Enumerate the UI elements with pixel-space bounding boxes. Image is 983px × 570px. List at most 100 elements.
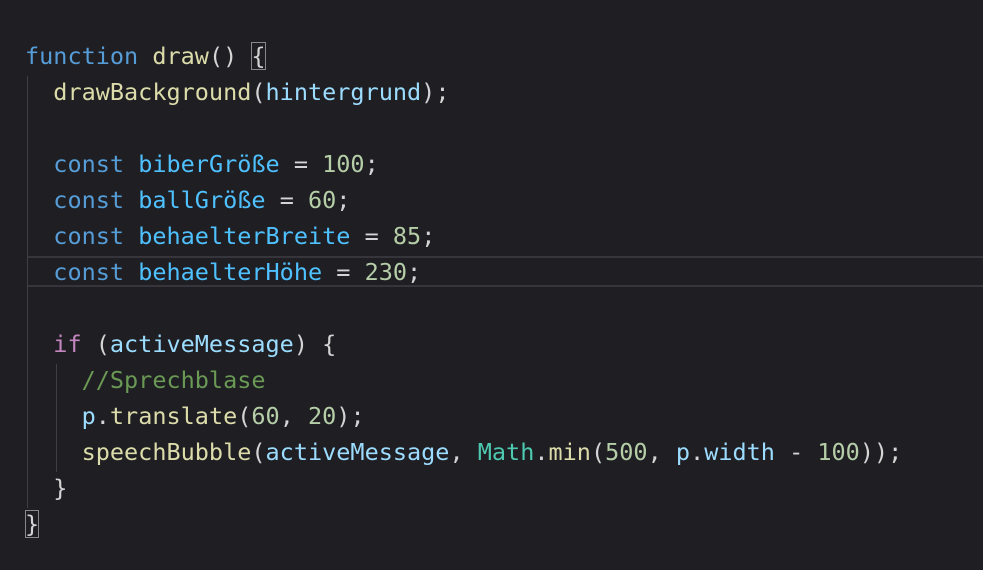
code-token: = xyxy=(279,150,323,178)
code-line[interactable]: const ballGröße = 60; xyxy=(0,182,983,218)
code-token: , xyxy=(279,402,308,430)
code-token: . xyxy=(690,438,705,466)
code-token: behaelterHöhe xyxy=(138,258,323,286)
code-token: , xyxy=(449,438,478,466)
code-token: const xyxy=(53,186,125,214)
code-token: const xyxy=(53,222,125,250)
code-token: const xyxy=(53,258,125,286)
code-token: () xyxy=(208,42,252,70)
code-line-content: speechBubble(activeMessage, Math.min(500… xyxy=(25,434,903,470)
code-line[interactable]: } xyxy=(0,470,983,506)
code-line-content: function draw() { xyxy=(25,38,266,74)
code-token: 85 xyxy=(392,222,422,250)
code-token: } xyxy=(25,510,40,538)
code-line[interactable]: const behaelterHöhe = 230; xyxy=(0,254,983,290)
code-line-content: const biberGröße = 100; xyxy=(25,146,379,182)
code-token: function xyxy=(25,42,139,70)
code-token: ); xyxy=(421,78,450,106)
code-line-content: const behaelterHöhe = 230; xyxy=(25,254,421,290)
code-token: 60 xyxy=(308,186,337,214)
code-token: { xyxy=(251,42,266,70)
code-line[interactable]: const behaelterBreite = 85; xyxy=(0,218,983,254)
code-token: = xyxy=(265,186,308,214)
code-editor[interactable]: function draw() { drawBackground(hinterg… xyxy=(0,0,983,570)
code-line[interactable]: //Sprechblase xyxy=(0,362,983,398)
code-line[interactable] xyxy=(0,290,983,326)
code-token: draw xyxy=(152,42,209,70)
code-token: } xyxy=(25,474,68,502)
code-token: hintergrund xyxy=(265,78,422,106)
code-token: )); xyxy=(859,438,903,466)
code-token: ); xyxy=(336,402,365,430)
code-line-content: } xyxy=(25,506,40,542)
code-token: const xyxy=(53,150,125,178)
code-token: ; xyxy=(407,258,422,286)
code-line-content: drawBackground(hintergrund); xyxy=(25,74,449,110)
code-token: ; xyxy=(336,186,351,214)
code-token: min xyxy=(548,438,591,466)
code-token: //Sprechblase xyxy=(81,366,266,394)
code-line-content: } xyxy=(25,470,67,506)
code-token: Math xyxy=(477,438,535,466)
code-line[interactable]: } xyxy=(0,506,983,542)
code-token: 230 xyxy=(364,258,408,286)
code-token: ( xyxy=(251,78,266,106)
code-line[interactable]: if (activeMessage) { xyxy=(0,326,983,362)
code-line-content: //Sprechblase xyxy=(25,362,266,398)
code-token: = xyxy=(322,258,365,286)
code-token: - xyxy=(774,438,818,466)
code-token: ) { xyxy=(293,330,337,358)
code-token: ( xyxy=(251,438,266,466)
code-token: translate xyxy=(109,402,238,430)
code-line-content: const ballGröße = 60; xyxy=(25,182,350,218)
code-token: . xyxy=(95,402,110,430)
code-line-content: const behaelterBreite = 85; xyxy=(25,218,435,254)
code-token: ; xyxy=(364,150,379,178)
code-token: 500 xyxy=(605,438,648,466)
code-line[interactable]: const biberGröße = 100; xyxy=(0,146,983,182)
code-token: 20 xyxy=(308,402,337,430)
code-line[interactable]: p.translate(60, 20); xyxy=(0,398,983,434)
code-token: p xyxy=(675,438,691,466)
code-token: ( xyxy=(81,330,110,358)
code-token: , xyxy=(647,438,676,466)
code-token: = xyxy=(350,222,393,250)
code-line-content: p.translate(60, 20); xyxy=(25,398,365,434)
code-token: ( xyxy=(237,402,252,430)
code-token: behaelterBreite xyxy=(138,222,351,250)
code-token: speechBubble xyxy=(81,438,252,466)
code-line[interactable]: drawBackground(hintergrund); xyxy=(0,74,983,110)
code-token: ; xyxy=(421,222,436,250)
code-token: activeMessage xyxy=(109,330,294,358)
code-token: 60 xyxy=(251,402,280,430)
code-line[interactable] xyxy=(0,110,983,146)
code-token: drawBackground xyxy=(53,78,252,106)
code-token: ballGröße xyxy=(138,186,266,214)
code-token: if xyxy=(53,330,82,358)
code-token: ( xyxy=(590,438,606,466)
code-token: 100 xyxy=(322,150,365,178)
code-token: p xyxy=(81,402,96,430)
code-token: activeMessage xyxy=(265,438,450,466)
code-token: biberGröße xyxy=(138,150,280,178)
code-line-content: if (activeMessage) { xyxy=(25,326,336,362)
code-token: . xyxy=(534,438,549,466)
code-token: 100 xyxy=(817,438,860,466)
code-line[interactable]: function draw() { xyxy=(0,38,983,74)
code-token: width xyxy=(704,438,775,466)
code-line[interactable]: speechBubble(activeMessage, Math.min(500… xyxy=(0,434,983,470)
